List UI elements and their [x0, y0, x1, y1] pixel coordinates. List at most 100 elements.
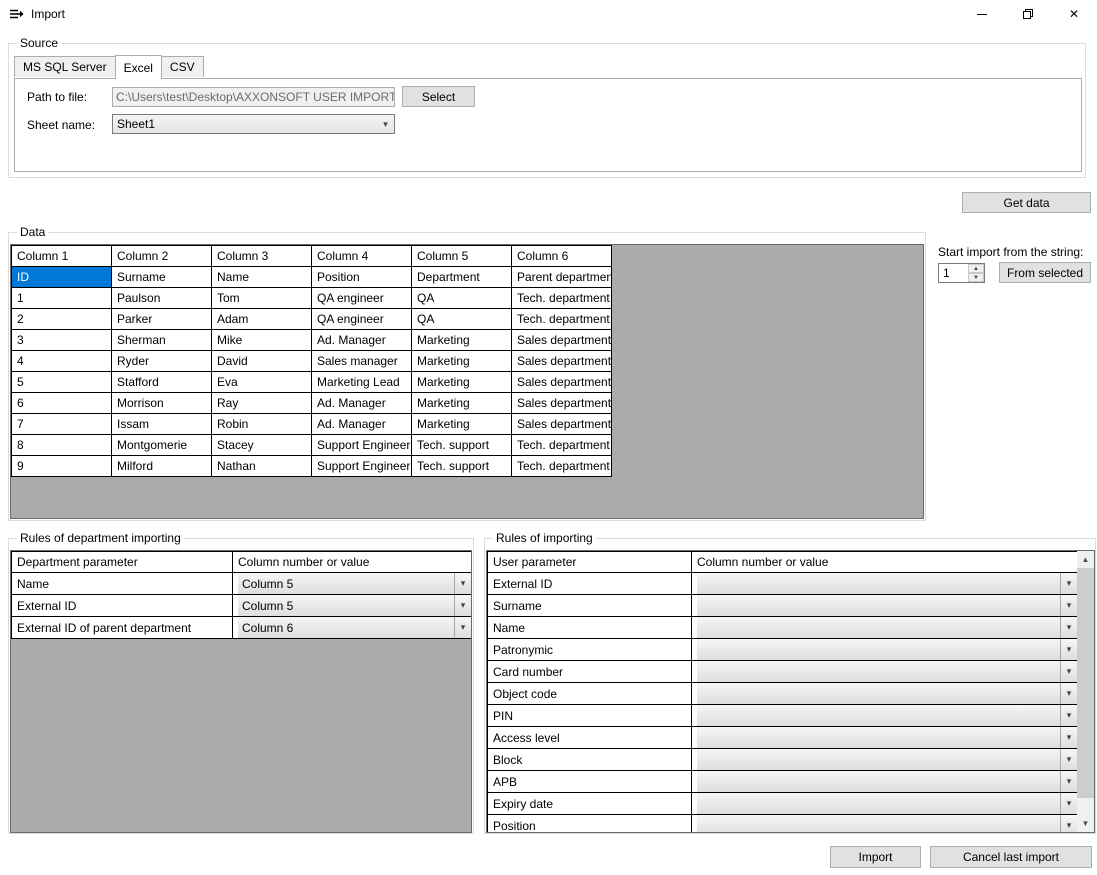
column-header[interactable]: Column 6 [512, 246, 612, 267]
grid-cell[interactable]: QA [412, 288, 512, 309]
grid-cell[interactable]: Position [312, 267, 412, 288]
grid-cell[interactable]: Name [212, 267, 312, 288]
sheet-name-select[interactable]: Sheet1 ▾ [112, 114, 395, 134]
user-value-select[interactable]: ▾ [697, 639, 1077, 660]
grid-cell[interactable]: QA engineer [312, 309, 412, 330]
tab-ms-sql-server[interactable]: MS SQL Server [14, 56, 116, 77]
select-file-button[interactable]: Select [402, 86, 475, 107]
user-rules-scrollbar[interactable]: ▲ ▼ [1077, 551, 1094, 832]
tab-excel[interactable]: Excel [115, 55, 162, 79]
from-selected-button[interactable]: From selected [999, 262, 1091, 283]
user-value-select[interactable]: ▾ [697, 815, 1077, 833]
grid-cell[interactable]: Sales manager [312, 351, 412, 372]
grid-cell[interactable]: Surname [112, 267, 212, 288]
scrollbar-down-icon[interactable]: ▼ [1077, 815, 1094, 832]
grid-cell[interactable]: Nathan [212, 456, 312, 477]
cancel-last-import-button[interactable]: Cancel last import [930, 846, 1092, 868]
user-value-select[interactable]: ▾ [697, 749, 1077, 770]
grid-cell[interactable]: Sales department [512, 414, 612, 435]
grid-cell[interactable]: Paulson [112, 288, 212, 309]
user-value-select[interactable]: ▾ [697, 661, 1077, 682]
user-value-select[interactable]: ▾ [697, 617, 1077, 638]
import-button[interactable]: Import [830, 846, 921, 868]
grid-cell[interactable]: ID [12, 267, 112, 288]
grid-cell[interactable]: Robin [212, 414, 312, 435]
grid-cell[interactable]: Ad. Manager [312, 414, 412, 435]
grid-cell[interactable]: Parent department [512, 267, 612, 288]
grid-cell[interactable]: Stacey [212, 435, 312, 456]
column-header[interactable]: Column 5 [412, 246, 512, 267]
column-header[interactable]: Column 4 [312, 246, 412, 267]
grid-cell[interactable]: Tech. support [412, 456, 512, 477]
grid-cell[interactable]: Ad. Manager [312, 393, 412, 414]
grid-cell[interactable]: Tech. department [512, 288, 612, 309]
grid-cell[interactable]: Issam [112, 414, 212, 435]
grid-cell[interactable]: Marketing Lead [312, 372, 412, 393]
grid-cell[interactable]: Tech. department [512, 309, 612, 330]
grid-cell[interactable]: 8 [12, 435, 112, 456]
department-value-select[interactable]: Column 5 ▾ [238, 573, 471, 594]
grid-cell[interactable]: QA engineer [312, 288, 412, 309]
grid-cell[interactable]: Stafford [112, 372, 212, 393]
grid-cell[interactable]: Eva [212, 372, 312, 393]
grid-cell[interactable]: Tom [212, 288, 312, 309]
grid-cell[interactable]: Marketing [412, 330, 512, 351]
maximize-button[interactable] [1005, 0, 1051, 28]
user-value-select[interactable]: ▾ [697, 727, 1077, 748]
grid-cell[interactable]: Tech. department [512, 456, 612, 477]
grid-cell[interactable]: Marketing [412, 372, 512, 393]
department-value-select[interactable]: Column 5 ▾ [238, 595, 471, 616]
grid-cell[interactable]: Sales department [512, 393, 612, 414]
user-value-select[interactable]: ▾ [697, 573, 1077, 594]
grid-cell[interactable]: Ryder [112, 351, 212, 372]
grid-cell[interactable]: Adam [212, 309, 312, 330]
path-to-file-input[interactable]: C:\Users\test\Desktop\AXXONSOFT USER IMP… [112, 87, 395, 107]
grid-cell[interactable]: Mike [212, 330, 312, 351]
grid-cell[interactable]: 4 [12, 351, 112, 372]
get-data-button[interactable]: Get data [962, 192, 1091, 213]
grid-cell[interactable]: Montgomerie [112, 435, 212, 456]
grid-cell[interactable]: 2 [12, 309, 112, 330]
grid-cell[interactable]: Sherman [112, 330, 212, 351]
grid-cell[interactable]: 7 [12, 414, 112, 435]
grid-cell[interactable]: 6 [12, 393, 112, 414]
grid-cell[interactable]: Ad. Manager [312, 330, 412, 351]
column-header[interactable]: Column 2 [112, 246, 212, 267]
grid-cell[interactable]: Parker [112, 309, 212, 330]
spinner-up-icon[interactable]: ▲ [968, 264, 984, 273]
spinner-down-icon[interactable]: ▼ [968, 273, 984, 282]
grid-cell[interactable]: Morrison [112, 393, 212, 414]
grid-cell[interactable]: 5 [12, 372, 112, 393]
grid-cell[interactable]: Support Engineer [312, 435, 412, 456]
grid-cell[interactable]: Support Engineer [312, 456, 412, 477]
user-value-select[interactable]: ▾ [697, 683, 1077, 704]
grid-cell[interactable]: Marketing [412, 393, 512, 414]
grid-cell[interactable]: Marketing [412, 351, 512, 372]
grid-cell[interactable]: 9 [12, 456, 112, 477]
grid-cell[interactable]: Tech. department [512, 435, 612, 456]
scrollbar-thumb[interactable] [1077, 568, 1094, 798]
user-value-select[interactable]: ▾ [697, 793, 1077, 814]
grid-cell[interactable]: 1 [12, 288, 112, 309]
user-value-select[interactable]: ▾ [697, 705, 1077, 726]
minimize-button[interactable] [959, 0, 1005, 28]
grid-cell[interactable]: Sales department [512, 372, 612, 393]
grid-cell[interactable]: QA [412, 309, 512, 330]
grid-cell[interactable]: Department [412, 267, 512, 288]
column-header[interactable]: Column 3 [212, 246, 312, 267]
start-row-spinner[interactable]: 1 ▲ ▼ [938, 263, 985, 283]
tab-csv[interactable]: CSV [161, 56, 204, 77]
grid-cell[interactable]: Marketing [412, 414, 512, 435]
user-value-select[interactable]: ▾ [697, 595, 1077, 616]
user-value-select[interactable]: ▾ [697, 771, 1077, 792]
department-value-select[interactable]: Column 6 ▾ [238, 617, 471, 638]
grid-cell[interactable]: 3 [12, 330, 112, 351]
grid-cell[interactable]: Ray [212, 393, 312, 414]
grid-cell[interactable]: Sales department [512, 330, 612, 351]
grid-cell[interactable]: Tech. support [412, 435, 512, 456]
scrollbar-up-icon[interactable]: ▲ [1077, 551, 1094, 568]
column-header[interactable]: Column 1 [12, 246, 112, 267]
grid-cell[interactable]: Sales department [512, 351, 612, 372]
grid-cell[interactable]: David [212, 351, 312, 372]
close-button[interactable]: ✕ [1051, 0, 1097, 28]
